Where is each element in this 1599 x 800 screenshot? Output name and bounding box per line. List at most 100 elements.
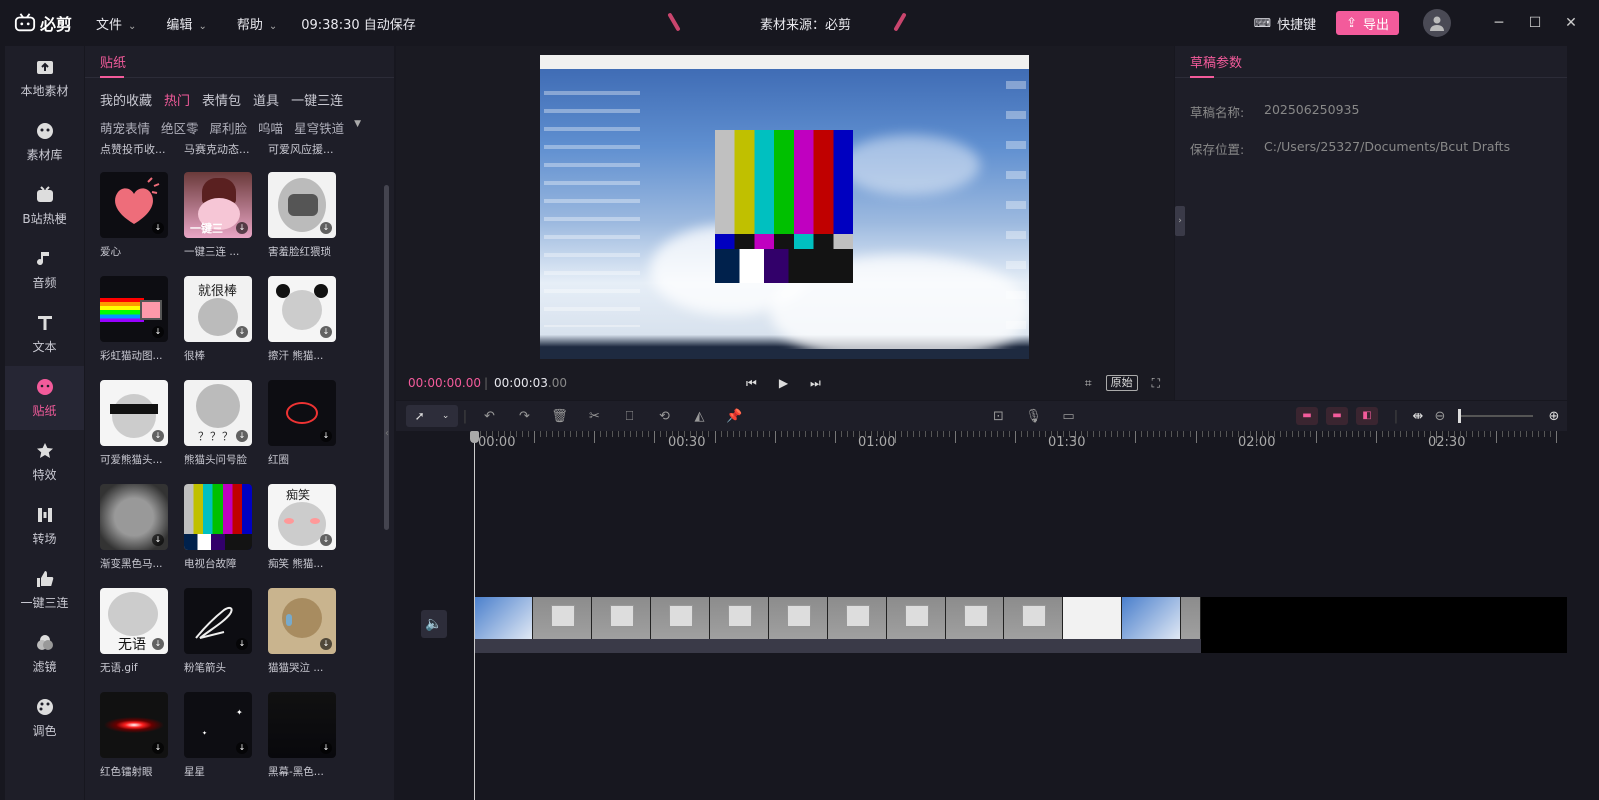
sticker-item[interactable]: ↓ 红色镭射眼 xyxy=(100,692,168,796)
zoom-in-icon[interactable]: ⊕ xyxy=(1541,409,1567,424)
nav-triple-action[interactable]: 一键三连 xyxy=(5,558,84,622)
next-frame-icon[interactable]: ⏭ xyxy=(810,376,821,391)
previous-frame-icon[interactable]: ⏮ xyxy=(746,376,757,391)
collapse-arrow-icon[interactable]: ‹ xyxy=(385,428,389,439)
subcategory-pets[interactable]: 萌宠表情 xyxy=(100,118,150,137)
maximize-button[interactable]: ☐ xyxy=(1517,15,1553,31)
sticker-item[interactable]: 一键三 ↓ 一键三连 ... xyxy=(184,172,252,276)
sticker-item[interactable]: ↓ 彩虹猫动图... xyxy=(100,276,168,380)
playhead-line[interactable] xyxy=(474,431,475,800)
playhead-handle[interactable] xyxy=(470,431,479,443)
download-icon[interactable]: ↓ xyxy=(152,742,164,754)
link-clips-icon[interactable]: ▬ xyxy=(1326,407,1348,425)
expand-triangle-icon[interactable]: ▼ xyxy=(354,119,361,129)
sticker-item[interactable]: ✦ ✦ ↓ 星星 xyxy=(184,692,252,796)
subcategory-star-rail[interactable]: 星穹铁道 xyxy=(294,118,344,137)
select-tool-button[interactable]: ➚ ⌄ xyxy=(406,405,458,427)
close-button[interactable]: ✕ xyxy=(1553,15,1589,31)
subcategory-wumiao[interactable]: 呜喵 xyxy=(258,118,283,137)
download-icon[interactable]: ↓ xyxy=(152,222,164,234)
magnet-snap-icon[interactable]: ◧ xyxy=(1356,407,1378,425)
sticker-item[interactable]: ↓ 害羞脸红猥琐 xyxy=(268,172,336,276)
download-icon[interactable]: ↓ xyxy=(152,326,164,338)
menu-help[interactable]: 帮助 ⌄ xyxy=(237,14,277,33)
download-icon[interactable]: ↓ xyxy=(236,222,248,234)
nav-material-library[interactable]: 素材库 xyxy=(5,110,84,174)
download-icon[interactable]: ↓ xyxy=(320,430,332,442)
download-icon[interactable]: ↓ xyxy=(236,430,248,442)
download-icon[interactable]: ↓ xyxy=(320,326,332,338)
nav-text[interactable]: 文本 xyxy=(5,302,84,366)
crop-icon[interactable]: ⌗ xyxy=(1085,376,1092,391)
microphone-icon[interactable]: 🎙 xyxy=(1016,409,1051,424)
sticker-item[interactable]: ↓ 爱心 xyxy=(100,172,168,276)
sticker-item[interactable]: ↓ 可爱熊猫头... xyxy=(100,380,168,484)
nav-audio[interactable]: 音频 xyxy=(5,238,84,302)
sticker-scrollbar[interactable] xyxy=(384,185,389,530)
sticker-item[interactable]: ↓ 黑幕-黑色... xyxy=(268,692,336,796)
nav-local-media[interactable]: 本地素材 xyxy=(5,46,84,110)
sticker-item[interactable]: ↓ 猫猫哭泣 ... xyxy=(268,588,336,692)
download-icon[interactable]: ↓ xyxy=(320,534,332,546)
sticker-item[interactable]: 痴笑 ↓ 痴笑 熊猫... xyxy=(268,484,336,588)
fit-timeline-icon[interactable]: ⇼ xyxy=(1406,409,1430,424)
freeze-frame-icon[interactable]: ⎕ xyxy=(612,409,647,424)
menu-edit[interactable]: 编辑 ⌄ xyxy=(166,14,206,33)
snap-main-track-icon[interactable]: ▬ xyxy=(1296,407,1318,425)
download-icon[interactable]: ↓ xyxy=(236,638,248,650)
original-ratio-button[interactable]: 原始 xyxy=(1105,375,1138,391)
sticker-item[interactable]: ↓ 红圈 xyxy=(268,380,336,484)
export-button[interactable]: ⇪ 导出 xyxy=(1336,11,1399,35)
minimize-button[interactable]: ─ xyxy=(1481,15,1517,31)
zoom-slider[interactable] xyxy=(1458,409,1533,423)
download-icon[interactable]: ↓ xyxy=(320,742,332,754)
camera-record-icon[interactable]: ▭ xyxy=(1051,409,1086,424)
sticker-item[interactable]: 就很棒 ↓ 很棒 xyxy=(184,276,252,380)
zoom-out-icon[interactable]: ⊖ xyxy=(1430,409,1450,424)
ruler-tick xyxy=(1454,431,1456,437)
nav-bilibili-memes[interactable]: B站热梗 xyxy=(5,174,84,238)
nav-color-grading[interactable]: 调色 xyxy=(5,686,84,750)
redo-icon[interactable]: ↷ xyxy=(507,409,542,424)
nav-effects[interactable]: 特效 xyxy=(5,430,84,494)
download-icon[interactable]: ↓ xyxy=(152,430,164,442)
time-ruler[interactable]: 00:00 00:30 01:00 01:30 02:00 02:30 xyxy=(474,431,1567,453)
nav-stickers[interactable]: 贴纸 xyxy=(5,366,84,430)
sticker-item[interactable]: 无语 ↓ 无语.gif xyxy=(100,588,168,692)
mirror-icon[interactable]: ◭ xyxy=(682,409,717,424)
fullscreen-icon[interactable]: ⛶ xyxy=(1152,376,1160,391)
ruler-tick xyxy=(1255,431,1257,443)
shortcut-button[interactable]: ⌨ 快捷键 xyxy=(1254,14,1316,33)
expand-panel-tab[interactable]: › xyxy=(1175,206,1185,236)
undo-icon[interactable]: ↶ xyxy=(472,409,507,424)
download-icon[interactable]: ↓ xyxy=(152,534,164,546)
category-triple[interactable]: 一键三连 xyxy=(291,90,343,109)
nav-filters[interactable]: 滤镜 xyxy=(5,622,84,686)
download-icon[interactable]: ↓ xyxy=(320,222,332,234)
sticker-item[interactable]: ？？？ ↓ 熊猫头问号脸 xyxy=(184,380,252,484)
download-icon[interactable]: ↓ xyxy=(236,742,248,754)
download-icon[interactable]: ↓ xyxy=(320,638,332,650)
category-favorites[interactable]: 我的收藏 xyxy=(100,90,152,109)
avatar[interactable] xyxy=(1423,9,1451,37)
menu-file[interactable]: 文件 ⌄ xyxy=(96,14,136,33)
delete-icon[interactable]: 🗑 xyxy=(542,409,577,424)
category-hot[interactable]: 热门 xyxy=(164,90,190,109)
sticker-item[interactable]: ↓ 擦汗 熊猫... xyxy=(268,276,336,380)
nav-transitions[interactable]: 转场 xyxy=(5,494,84,558)
download-icon[interactable]: ↓ xyxy=(152,638,164,650)
sticker-item[interactable]: ↓ 渐变黑色马... xyxy=(100,484,168,588)
category-props[interactable]: 道具 xyxy=(253,90,279,109)
play-icon[interactable]: ▶ xyxy=(779,376,788,391)
download-icon[interactable]: ↓ xyxy=(236,326,248,338)
category-emoji[interactable]: 表情包 xyxy=(202,90,241,109)
sticker-item[interactable]: ↓ 粉笔箭头 xyxy=(184,588,252,692)
split-icon[interactable]: ✂ xyxy=(577,409,612,424)
reverse-icon[interactable]: ⟲ xyxy=(647,409,682,424)
subcategory-zzz[interactable]: 绝区零 xyxy=(161,118,199,137)
pin-icon[interactable]: 📌 xyxy=(717,409,752,424)
text-recognition-icon[interactable]: ⊡ xyxy=(981,409,1016,424)
track-mute-button[interactable]: 🔈 xyxy=(421,610,447,638)
sticker-item[interactable]: 电视台故障 xyxy=(184,484,252,588)
subcategory-sharp-face[interactable]: 犀利脸 xyxy=(210,118,248,137)
